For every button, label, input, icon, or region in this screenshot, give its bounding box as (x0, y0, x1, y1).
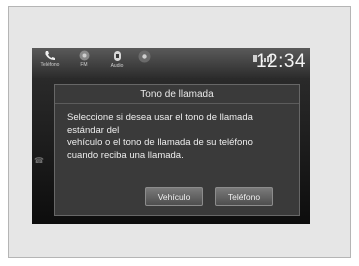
message-line: vehículo o el tono de llamada de su telé… (67, 137, 253, 148)
phone-icon (45, 51, 55, 61)
fm-shortcut[interactable]: FM (76, 50, 92, 76)
message-line: estándar del (67, 124, 120, 136)
voice-shortcut[interactable] (136, 50, 152, 76)
dialog-title: Tono de llamada (55, 85, 299, 104)
clock: 12:34 (255, 51, 306, 72)
radio-icon (79, 50, 89, 61)
status-bar: Teléfono FM Audio 12:34 (32, 48, 310, 78)
vehicle-button[interactable]: Vehículo (145, 187, 203, 206)
infotainment-screen: Teléfono FM Audio 12:34 ☎ Tono de llamad… (32, 48, 310, 224)
voice-icon (138, 50, 150, 63)
message-line: cuando reciba una llamada. (67, 149, 184, 161)
audio-shortcut[interactable]: Audio (108, 50, 126, 76)
ringtone-dialog: Tono de llamada Seleccione si desea usar… (54, 84, 300, 216)
partial-phone-icon: ☎ (34, 156, 44, 165)
message-line: Seleccione si desea usar el tono de llam… (67, 112, 253, 123)
audio-icon (113, 51, 121, 61)
fm-label: FM (80, 62, 88, 68)
dialog-message: Seleccione si desea usar el tono de llam… (67, 112, 292, 162)
audio-label: Audio (110, 63, 124, 69)
phone-shortcut[interactable]: Teléfono (36, 50, 64, 76)
phone-button[interactable]: Teléfono (215, 187, 273, 206)
phone-label: Teléfono (40, 62, 60, 68)
